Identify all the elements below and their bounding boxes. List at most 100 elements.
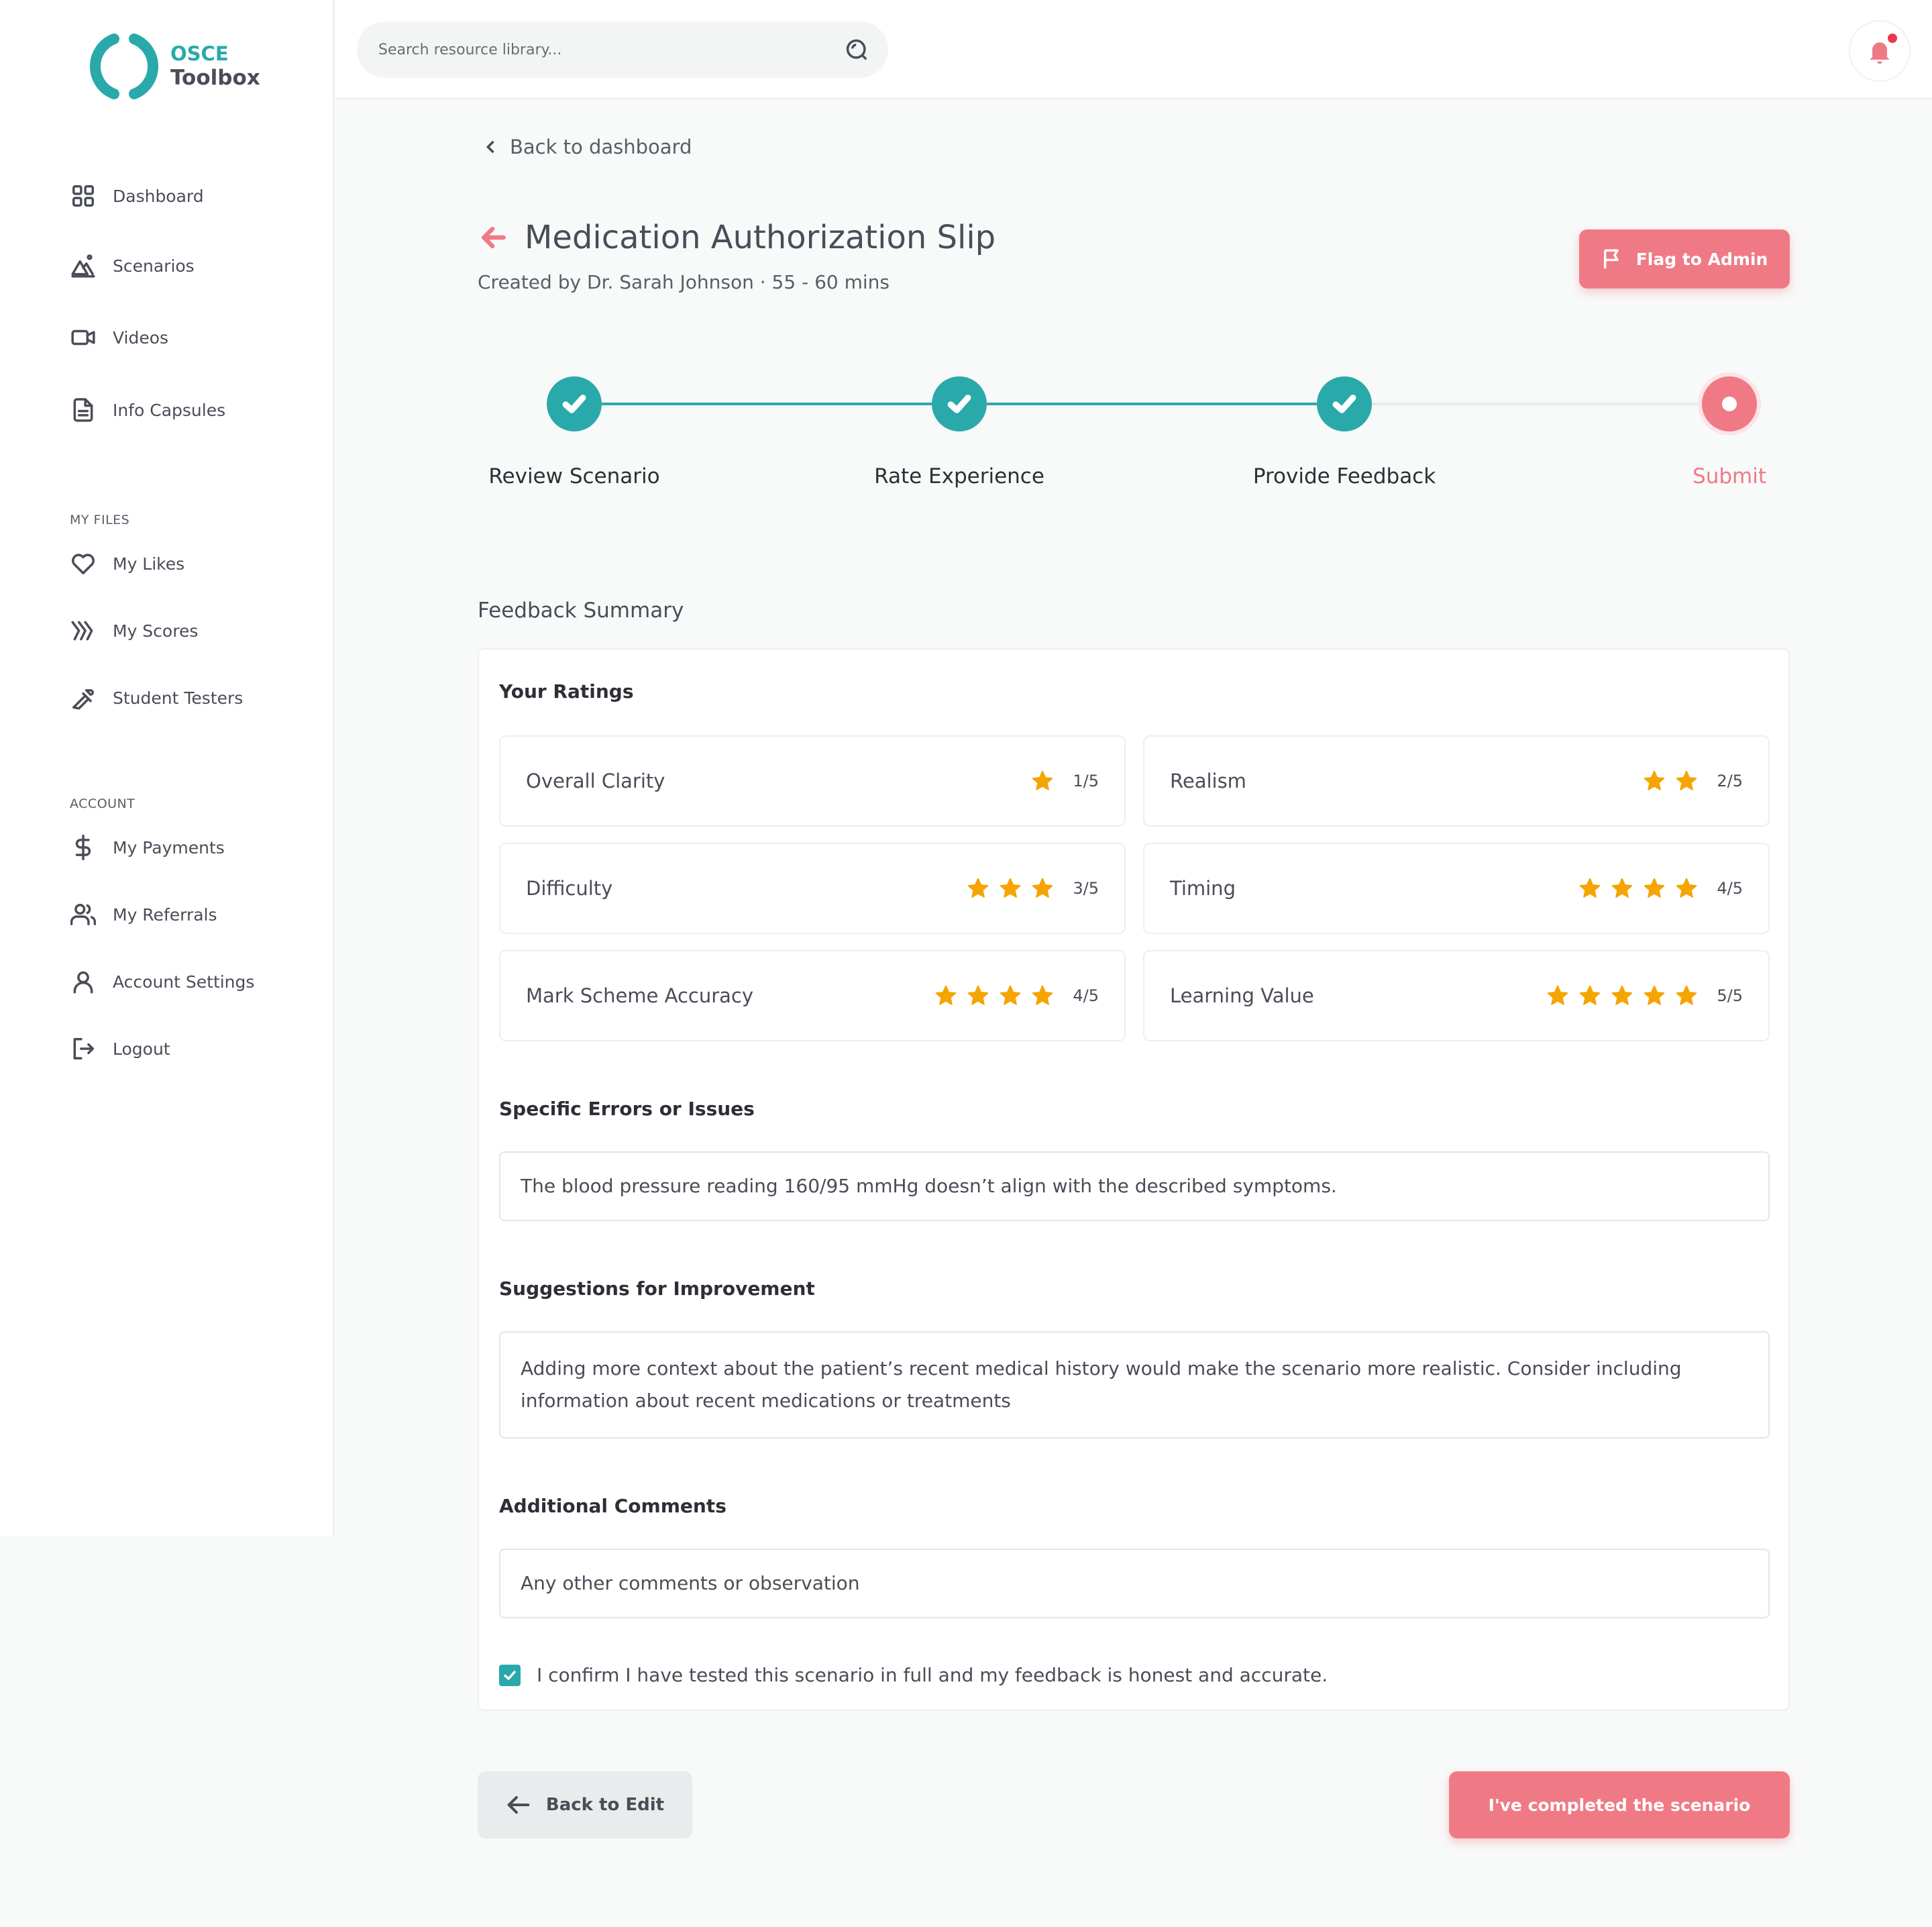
star-rating: [1537, 984, 1698, 1007]
feedback-summary-title: Feedback Summary: [478, 598, 684, 623]
document-icon: [70, 397, 97, 423]
flag-to-admin-button[interactable]: Flag to Admin: [1579, 229, 1790, 289]
sidebar-item-my-likes[interactable]: My Likes: [70, 543, 184, 584]
feedback-summary-card: Your Ratings Overall Clarity 1/5 Realism…: [478, 648, 1790, 1711]
sidebar-item-label: Info Capsules: [113, 400, 226, 420]
comments-field[interactable]: Any other comments or observation: [499, 1549, 1770, 1618]
chevron-left-icon: [486, 140, 494, 154]
title-row: Medication Authorization Slip: [479, 219, 996, 256]
dollar-icon: [70, 834, 97, 861]
rating-score: 1/5: [1073, 772, 1099, 790]
star-icon: [936, 985, 957, 1005]
star-icon: [1644, 985, 1665, 1005]
notification-dot: [1888, 34, 1897, 43]
grid-icon: [70, 183, 97, 209]
rating-score: 4/5: [1073, 986, 1099, 1005]
step-4-indicator[interactable]: [1702, 376, 1757, 431]
flag-icon: [1603, 249, 1619, 269]
back-to-edit-label: Back to Edit: [545, 1795, 665, 1815]
errors-text-box[interactable]: The blood pressure reading 160/95 mmHg d…: [499, 1151, 1770, 1221]
rating-timing: Timing 4/5: [1143, 843, 1770, 934]
sidebar-item-scenarios[interactable]: Scenarios: [70, 246, 195, 286]
rating-overall-clarity: Overall Clarity 1/5: [499, 735, 1126, 827]
rating-name: Overall Clarity: [526, 770, 665, 792]
user-icon: [70, 968, 97, 995]
brand-line-2: Toolbox: [170, 65, 260, 90]
confirm-row: I confirm I have tested this scenario in…: [499, 1664, 1328, 1686]
star-icon: [1644, 770, 1665, 790]
step-2-label: Rate Experience: [874, 464, 1044, 488]
rating-score: 4/5: [1717, 879, 1743, 898]
back-to-dashboard-link[interactable]: Back to dashboard: [482, 136, 692, 158]
sidebar-item-my-scores[interactable]: My Scores: [70, 611, 198, 651]
sidebar: OSCE Toolbox Dashboard Scenarios Videos …: [0, 0, 334, 1537]
star-icon: [1612, 878, 1633, 898]
confirm-checkbox[interactable]: [499, 1664, 521, 1686]
star-icon: [1032, 985, 1053, 1005]
rating-name: Timing: [1170, 877, 1236, 900]
sidebar-item-logout[interactable]: Logout: [70, 1029, 170, 1069]
star-icon: [1032, 770, 1053, 790]
rating-score: 5/5: [1717, 986, 1743, 1005]
logo[interactable]: OSCE Toolbox: [87, 30, 260, 103]
star-icon: [1676, 878, 1697, 898]
scenario-icon: [70, 252, 97, 279]
logout-icon: [70, 1035, 97, 1062]
current-step-dot: [1722, 397, 1737, 411]
suggestions-text-box[interactable]: Adding more context about the patient’s …: [499, 1331, 1770, 1439]
sidebar-item-label: My Likes: [113, 554, 185, 574]
step-1-label: Review Scenario: [488, 464, 660, 488]
step-4-label: Submit: [1693, 464, 1766, 488]
sidebar-item-label: Scenarios: [113, 256, 195, 276]
sidebar-item-account-settings[interactable]: Account Settings: [70, 961, 254, 1002]
sidebar-item-videos[interactable]: Videos: [70, 317, 168, 358]
step-3-label: Provide Feedback: [1252, 464, 1436, 488]
star-icon: [1000, 985, 1021, 1005]
rating-realism: Realism 2/5: [1143, 735, 1770, 827]
star-rating: [925, 984, 1054, 1007]
complete-scenario-label: I've completed the scenario: [1488, 1795, 1751, 1815]
star-icon: [1000, 878, 1021, 898]
sidebar-item-info-capsules[interactable]: Info Capsules: [70, 390, 225, 430]
page-title: Medication Authorization Slip: [525, 219, 996, 256]
comments-placeholder: Any other comments or observation: [521, 1572, 860, 1594]
sidebar-item-label: Dashboard: [113, 186, 204, 206]
complete-scenario-button[interactable]: I've completed the scenario: [1449, 1771, 1790, 1838]
star-rating: [1633, 770, 1698, 792]
arrow-left-icon: [507, 1795, 530, 1814]
step-2-indicator[interactable]: [932, 376, 987, 431]
star-icon: [1644, 878, 1665, 898]
search-icon[interactable]: [844, 37, 869, 62]
sidebar-item-label: My Referrals: [113, 904, 217, 925]
page-subtitle: Created by Dr. Sarah Johnson · 55 - 60 m…: [478, 271, 890, 293]
rating-difficulty: Difficulty 3/5: [499, 843, 1126, 934]
step-connector: [987, 403, 1318, 405]
step-3-indicator[interactable]: [1317, 376, 1372, 431]
star-icon: [1676, 985, 1697, 1005]
notifications-button[interactable]: [1849, 20, 1911, 82]
rating-learning-value: Learning Value 5/5: [1143, 950, 1770, 1041]
search-bar[interactable]: [357, 21, 888, 78]
errors-heading: Specific Errors or Issues: [499, 1098, 755, 1120]
sidebar-item-label: Account Settings: [113, 972, 255, 992]
users-icon: [70, 901, 97, 928]
arrow-left-icon[interactable]: [479, 223, 508, 252]
back-to-edit-button[interactable]: Back to Edit: [478, 1771, 692, 1838]
section-heading-account: ACCOUNT: [70, 796, 136, 811]
sidebar-item-student-testers[interactable]: Student Testers: [70, 678, 243, 718]
step-connector: [602, 403, 933, 405]
sidebar-item-my-payments[interactable]: My Payments: [70, 827, 225, 868]
sidebar-item-dashboard[interactable]: Dashboard: [70, 176, 204, 216]
rating-score: 3/5: [1073, 879, 1099, 898]
search-input[interactable]: [378, 41, 844, 58]
sidebar-item-my-referrals[interactable]: My Referrals: [70, 894, 217, 935]
sidebar-item-label: Student Testers: [113, 688, 244, 708]
star-icon: [1612, 985, 1633, 1005]
rating-name: Learning Value: [1170, 984, 1314, 1007]
errors-text: The blood pressure reading 160/95 mmHg d…: [521, 1175, 1337, 1197]
sidebar-item-label: Videos: [113, 327, 169, 348]
star-rating: [1022, 770, 1054, 792]
rating-name: Realism: [1170, 770, 1246, 792]
flag-button-label: Flag to Admin: [1635, 249, 1768, 269]
step-1-indicator[interactable]: [547, 376, 602, 431]
